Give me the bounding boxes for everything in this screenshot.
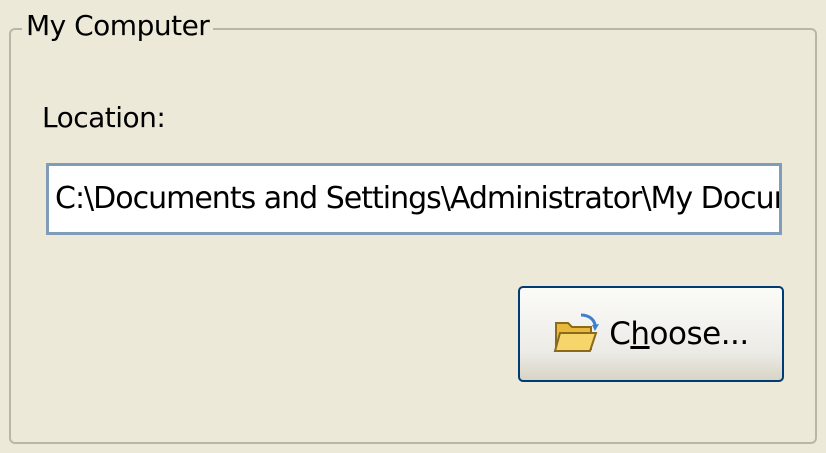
location-label: Location: bbox=[42, 101, 166, 134]
choose-button[interactable]: Choose... bbox=[518, 286, 784, 382]
location-path-input[interactable]: C:\Documents and Settings\Administrator\… bbox=[46, 163, 782, 235]
choose-button-label: Choose... bbox=[609, 316, 749, 352]
my-computer-panel: My Computer Location: C:\Documents and S… bbox=[0, 0, 826, 453]
open-folder-icon bbox=[553, 313, 600, 355]
group-title: My Computer bbox=[22, 6, 214, 46]
